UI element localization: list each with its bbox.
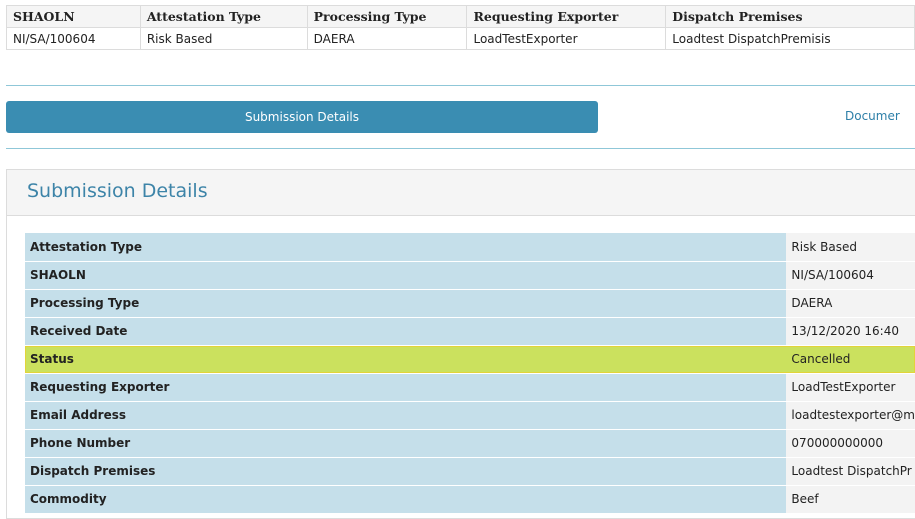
table-row: NI/SA/100604 Risk Based DAERA LoadTestEx… [6,27,915,50]
detail-value: Beef [786,485,915,514]
detail-label: Commodity [25,485,787,514]
tab-documents[interactable]: Documer [845,109,900,123]
detail-row-processing-type: Processing Type DAERA [25,289,915,318]
cell-dispatch-premises: Loadtest DispatchPremisis [665,27,915,50]
cell-shaoln: NI/SA/100604 [6,27,141,50]
detail-label: Processing Type [25,289,787,318]
detail-value: Risk Based [786,233,915,262]
detail-label: Received Date [25,317,787,346]
detail-row-phone-number: Phone Number 070000000000 [25,429,915,458]
detail-value: 070000000000 [786,429,915,458]
tabs-bottom-divider [6,148,915,149]
detail-value: Loadtest DispatchPr [786,457,915,486]
detail-row-email-address: Email Address loadtestexporter@m [25,401,915,430]
submission-details-table: Attestation Type Risk Based SHAOLN NI/SA… [25,233,915,514]
detail-label-status: Status [25,345,787,374]
column-header-attestation-type: Attestation Type [139,5,308,28]
panel-heading: Submission Details [7,170,915,216]
cell-processing-type: DAERA [306,27,468,50]
cell-requesting-exporter: LoadTestExporter [466,27,667,50]
detail-row-requesting-exporter: Requesting Exporter LoadTestExporter [25,373,915,402]
column-header-processing-type: Processing Type [306,5,468,28]
column-header-shaoln: SHAOLN [6,5,141,28]
tabs-top-divider [6,85,915,86]
column-header-requesting-exporter: Requesting Exporter [466,5,667,28]
detail-label: Requesting Exporter [25,373,787,402]
panel-title: Submission Details [27,180,208,202]
detail-row-received-date: Received Date 13/12/2020 16:40 [25,317,915,346]
detail-label: SHAOLN [25,261,787,290]
detail-label: Dispatch Premises [25,457,787,486]
tab-submission-details[interactable]: Submission Details [6,101,598,133]
detail-row-dispatch-premises: Dispatch Premises Loadtest DispatchPr [25,457,915,486]
cell-attestation-type: Risk Based [139,27,308,50]
summary-header-row: SHAOLN Attestation Type Processing Type … [6,5,915,28]
detail-row-status: Status Cancelled [25,345,915,374]
detail-label: Attestation Type [25,233,787,262]
detail-label: Email Address [25,401,787,430]
detail-value: LoadTestExporter [786,373,915,402]
detail-row-shaoln: SHAOLN NI/SA/100604 [25,261,915,290]
status-value: Cancelled [786,345,915,374]
detail-value: loadtestexporter@m [786,401,915,430]
submission-summary-table: SHAOLN Attestation Type Processing Type … [6,5,915,50]
detail-value: DAERA [786,289,915,318]
detail-value: 13/12/2020 16:40 [786,317,915,346]
detail-row-commodity: Commodity Beef [25,485,915,514]
column-header-dispatch-premises: Dispatch Premises [665,5,915,28]
detail-label: Phone Number [25,429,787,458]
detail-value: NI/SA/100604 [786,261,915,290]
detail-row-attestation-type: Attestation Type Risk Based [25,233,915,262]
